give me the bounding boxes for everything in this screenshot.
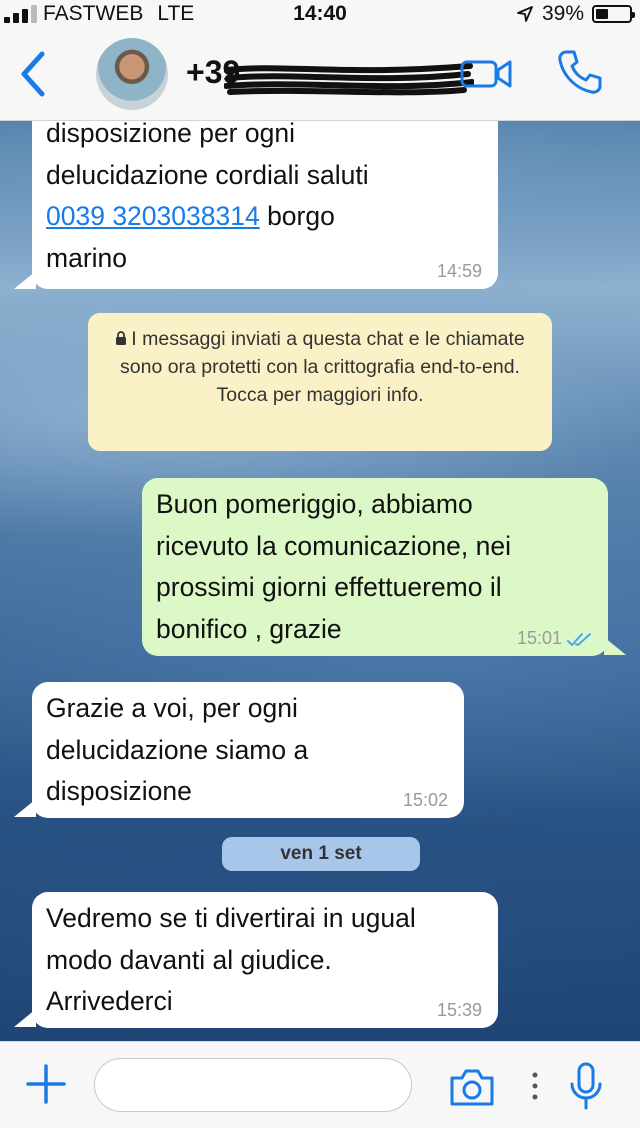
bubble-tail	[604, 637, 626, 655]
message-text-line: 0039 3203038314 borgo	[46, 196, 484, 238]
battery-icon	[592, 5, 635, 23]
message-incoming[interactable]: disposizione per ogni delucidazione cord…	[32, 121, 498, 289]
message-text-line: Grazie a voi, per ogni	[46, 693, 298, 723]
message-text-line: disposizione per ogni	[46, 121, 295, 148]
chat-area[interactable]: disposizione per ogni delucidazione cord…	[0, 121, 640, 1041]
plus-icon[interactable]	[26, 1064, 66, 1104]
redaction-scribble	[224, 63, 474, 96]
message-time: 15:39	[436, 1000, 482, 1020]
message-text-line: marino	[46, 242, 128, 273]
input-bar	[0, 1041, 640, 1128]
location-arrow-icon	[517, 6, 533, 22]
date-separator: ven 1 set	[222, 837, 420, 871]
read-receipt-icon	[567, 633, 591, 646]
back-chevron-icon[interactable]	[14, 48, 54, 100]
status-right: 39%	[516, 2, 635, 26]
message-text-line: Vedremo se ti divertirai in ugual	[46, 903, 416, 933]
video-call-icon[interactable]	[460, 56, 512, 92]
message-text-line: disposizione	[46, 776, 192, 806]
message-time: 15:02	[402, 790, 448, 810]
message-text-line: delucidazione cordiali saluti	[46, 159, 369, 190]
lock-icon	[116, 331, 127, 345]
message-text: borgo	[259, 201, 335, 231]
message-text-line: prossimi giorni effettueremo il	[156, 572, 502, 602]
message-time: 14:59	[436, 261, 482, 281]
bubble-tail	[14, 799, 36, 817]
camera-icon[interactable]	[448, 1066, 496, 1108]
more-dots-icon[interactable]	[530, 1070, 540, 1102]
bubble-tail	[14, 271, 36, 289]
message-text-line: Buon pomeriggio, abbiamo	[156, 489, 473, 519]
message-incoming[interactable]: Grazie a voi, per ogni delucidazione sia…	[32, 682, 464, 818]
encryption-notice-text: I messaggi inviati a questa chat e le ch…	[120, 328, 525, 406]
message-time: 15:01	[516, 628, 562, 648]
message-input[interactable]	[94, 1058, 412, 1112]
status-bar: FASTWEB LTE 14:40 39%	[0, 0, 640, 26]
message-incoming[interactable]: Vedremo se ti divertirai in ugual modo d…	[32, 892, 498, 1028]
encryption-notice[interactable]: I messaggi inviati a questa chat e le ch…	[88, 313, 552, 451]
message-text-line: ricevuto la comunicazione, nei	[156, 530, 511, 561]
message-text-line: modo davanti al giudice.	[46, 944, 332, 975]
phone-number-link[interactable]: 0039 3203038314	[46, 201, 260, 231]
message-text-line: delucidazione siamo a	[46, 734, 309, 765]
battery-percent: 39%	[541, 2, 584, 25]
bubble-tail	[14, 1009, 36, 1027]
phone-call-icon[interactable]	[556, 48, 604, 96]
microphone-icon[interactable]	[566, 1062, 606, 1112]
message-outgoing[interactable]: Buon pomeriggio, abbiamo ricevuto la com…	[142, 478, 608, 656]
avatar[interactable]	[96, 38, 168, 110]
message-text-line: Arrivederci	[46, 986, 173, 1016]
chat-header: +39	[0, 26, 640, 121]
